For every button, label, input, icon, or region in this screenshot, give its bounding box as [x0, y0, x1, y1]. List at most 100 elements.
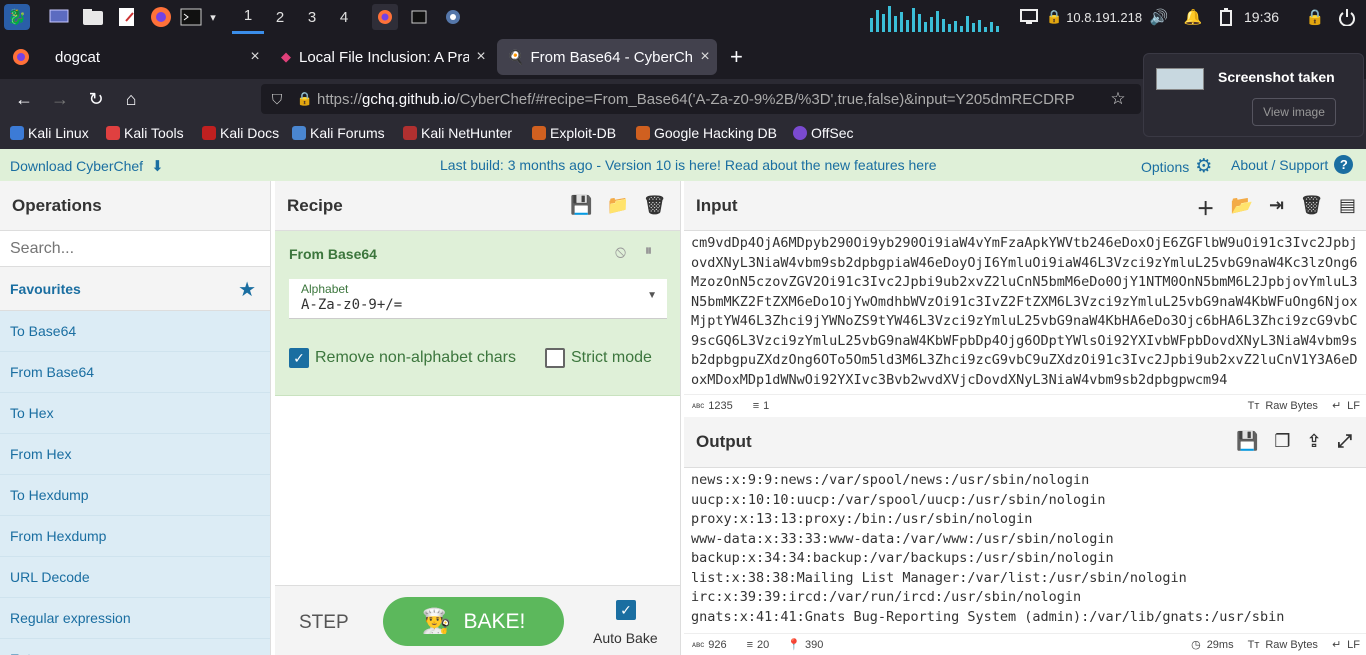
kali-icon — [10, 126, 24, 140]
autobake-checkbox[interactable]: ✓ — [616, 600, 636, 620]
workspace-3[interactable]: 3 — [296, 0, 328, 34]
step-button[interactable]: STEP — [299, 612, 349, 634]
forward-icon[interactable]: → — [48, 87, 72, 111]
terminal-window-icon[interactable] — [406, 4, 432, 30]
lock-screen-icon[interactable]: 🔒 — [1302, 4, 1328, 30]
chevron-down-icon[interactable]: ▾ — [204, 4, 222, 30]
replace-input-icon[interactable]: ⇪ — [1307, 431, 1322, 452]
op-from-base64[interactable]: From Base64 — [0, 352, 270, 393]
bookmark-exploit-db[interactable]: Exploit-DB — [532, 125, 616, 141]
firefox-view-icon[interactable] — [8, 44, 34, 70]
disable-icon[interactable]: ⦸ — [615, 242, 626, 262]
open-file-icon[interactable]: ⇥ — [1269, 195, 1284, 221]
tab-cyberchef[interactable]: 🍳 From Base64 - CyberChef × — [497, 39, 717, 75]
power-icon[interactable] — [1334, 4, 1360, 30]
firefox-window-icon[interactable] — [372, 4, 398, 30]
op-from-hexdump[interactable]: From Hexdump — [0, 516, 270, 557]
output-line: www-data:x:33:33:www-data:/var/www:/usr/… — [691, 530, 1114, 547]
back-icon[interactable]: ← — [12, 87, 36, 111]
new-tab-button[interactable]: + — [730, 44, 743, 70]
save-icon[interactable]: 💾 — [1236, 431, 1258, 452]
op-to-base64[interactable]: To Base64 — [0, 311, 270, 352]
bookmark-kali-nethunter[interactable]: Kali NetHunter — [403, 125, 512, 141]
workspace-1[interactable]: 1 — [232, 0, 264, 34]
alphabet-select[interactable]: Alphabet A-Za-z0-9+/= ▼ — [289, 279, 667, 319]
checkbox-checked-icon[interactable]: ✓ — [289, 348, 309, 368]
folder-icon[interactable]: 📁 — [607, 195, 629, 216]
op-entropy[interactable]: Entropy — [0, 639, 270, 655]
chef-icon: 👨‍🍳 — [421, 608, 452, 635]
screen-icon[interactable] — [1016, 4, 1042, 30]
volume-icon[interactable]: 🔊 — [1146, 4, 1172, 30]
bookmark-kali-tools[interactable]: Kali Tools — [106, 125, 184, 141]
output-eol[interactable]: LF — [1347, 639, 1360, 651]
op-url-decode[interactable]: URL Decode — [0, 557, 270, 598]
firefox-icon[interactable] — [148, 4, 174, 30]
tab-lfi[interactable]: ◆ Local File Inclusion: A Pra × — [271, 39, 493, 75]
operations-title: Operations — [0, 181, 270, 231]
operations-search-input[interactable] — [10, 239, 260, 258]
reload-icon[interactable]: ↻ — [84, 87, 108, 111]
checkbox-unchecked-icon[interactable] — [545, 348, 565, 368]
close-icon[interactable]: × — [693, 48, 717, 66]
copy-icon[interactable]: ❐ — [1274, 431, 1290, 452]
output-position: 390 — [804, 638, 824, 651]
op-to-hexdump[interactable]: To Hexdump — [0, 475, 270, 516]
workspace-4[interactable]: 4 — [328, 0, 360, 34]
favourites-header[interactable]: Favourites ★ — [0, 267, 270, 311]
desktop-icon[interactable] — [46, 4, 72, 30]
kali-tools-icon — [106, 126, 120, 140]
close-icon[interactable]: × — [243, 48, 267, 66]
maximize-icon[interactable]: ⤢ — [1338, 431, 1352, 452]
tab-dogcat[interactable]: dogcat × — [45, 39, 267, 75]
remove-nonalphabet-option[interactable]: ✓ Remove non-alphabet chars — [289, 348, 516, 368]
close-icon[interactable]: × — [469, 48, 493, 66]
op-to-hex[interactable]: To Hex — [0, 393, 270, 434]
url-bar[interactable]: ⛉ 🔒 https://gchq.github.io/CyberChef/#re… — [261, 84, 1141, 114]
view-image-button[interactable]: View image — [1252, 98, 1336, 126]
download-cyberchef-link[interactable]: Download CyberChef ⬇ — [10, 157, 164, 175]
pause-icon[interactable]: ⏸ — [645, 242, 652, 259]
eol-icon: ↵ — [1331, 400, 1342, 412]
strict-mode-option[interactable]: Strict mode — [545, 348, 652, 368]
trash-icon[interactable]: 🗑 — [1300, 195, 1323, 221]
abc-icon: ᴀʙᴄ — [692, 401, 705, 410]
output-textarea[interactable]: news:x:9:9:news:/var/spool/news:/usr/sbi… — [691, 471, 1361, 630]
text-editor-icon[interactable] — [114, 4, 140, 30]
input-title: Input — [696, 195, 738, 215]
workspace-2[interactable]: 2 — [264, 0, 296, 34]
bookmark-kali-linux[interactable]: Kali Linux — [10, 125, 89, 141]
file-manager-icon[interactable] — [80, 4, 106, 30]
bookmark-kali-docs[interactable]: Kali Docs — [202, 125, 279, 141]
bookmark-kali-forums[interactable]: Kali Forums — [292, 125, 385, 141]
about-support-button[interactable]: About / Support ? — [1231, 155, 1354, 174]
bookmark-offsec[interactable]: OffSec — [793, 125, 854, 141]
bake-button[interactable]: 👨‍🍳 BAKE! — [383, 597, 564, 646]
terminal-icon[interactable] — [178, 4, 204, 30]
battery-icon[interactable] — [1213, 4, 1239, 30]
vpn-status: 🔒 10.8.191.218 — [1046, 9, 1142, 25]
input-eol[interactable]: LF — [1347, 400, 1360, 412]
app-window-icon[interactable] — [440, 4, 466, 30]
output-encoding[interactable]: Raw Bytes — [1265, 639, 1318, 651]
kali-menu-icon[interactable]: 🐉 — [4, 4, 30, 30]
bookmark-google-hacking-db[interactable]: Google Hacking DB — [636, 125, 777, 141]
alphabet-label: Alphabet — [301, 282, 349, 296]
help-icon: ? — [1334, 155, 1354, 174]
options-button[interactable]: Options ⚙ — [1141, 155, 1212, 178]
output-line: proxy:x:13:13:proxy:/bin:/usr/sbin/nolog… — [691, 511, 1033, 527]
trash-icon[interactable]: 🗑 — [643, 195, 666, 216]
nethunter-icon — [403, 126, 417, 140]
open-folder-icon[interactable]: 📂 — [1231, 195, 1253, 221]
input-encoding[interactable]: Raw Bytes — [1265, 400, 1318, 412]
add-tab-icon[interactable]: ＋ — [1197, 195, 1215, 221]
bookmark-star-icon[interactable]: ☆ — [1103, 89, 1133, 109]
op-from-hex[interactable]: From Hex — [0, 434, 270, 475]
save-icon[interactable]: 💾 — [570, 195, 592, 216]
op-regular-expression[interactable]: Regular expression — [0, 598, 270, 639]
home-icon[interactable]: ⌂ — [119, 87, 143, 111]
input-textarea[interactable]: cm9vdDp4OjA6MDpyb290Oi9yb290Oi9iaW4vYmFz… — [691, 232, 1361, 392]
layout-icon[interactable]: ▤ — [1339, 195, 1356, 221]
banner-message[interactable]: Last build: 3 months ago - Version 10 is… — [440, 157, 937, 173]
notification-bell-icon[interactable]: 🔔 — [1180, 4, 1206, 30]
